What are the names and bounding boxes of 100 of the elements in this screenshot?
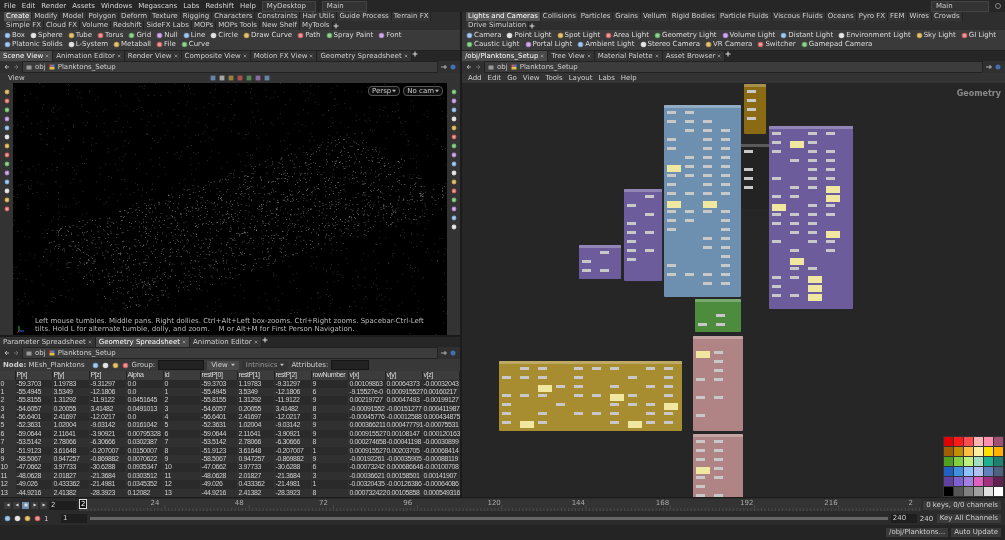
tool-icon[interactable] <box>297 32 305 39</box>
viewport-tool-icon[interactable] <box>3 161 10 167</box>
tool-icon[interactable] <box>800 41 808 48</box>
tool-icon[interactable] <box>325 32 333 39</box>
help-icon[interactable] <box>995 3 1001 9</box>
viewport-tool-icon[interactable] <box>3 143 10 149</box>
timeline-tool-icon[interactable] <box>14 515 21 522</box>
viewport-tool-icon[interactable] <box>3 134 10 140</box>
filter-icon[interactable] <box>101 361 109 369</box>
tool-icon[interactable] <box>466 32 473 39</box>
color-swatch[interactable] <box>954 467 963 476</box>
group-field[interactable] <box>158 360 205 371</box>
color-swatch[interactable] <box>944 457 953 466</box>
display-option-icon[interactable] <box>450 170 457 176</box>
tool-icon[interactable] <box>67 41 75 48</box>
color-swatch[interactable] <box>994 437 1003 446</box>
filter-icon[interactable] <box>91 361 99 369</box>
network-box[interactable] <box>769 126 853 309</box>
timeline-tool-icon[interactable] <box>4 515 11 522</box>
viewport-tool-icon[interactable] <box>3 152 10 158</box>
tool-icon[interactable] <box>654 32 661 39</box>
plus-icon[interactable] <box>261 337 268 344</box>
tool-icon[interactable] <box>506 32 514 39</box>
color-swatch[interactable] <box>984 437 993 446</box>
attributes-field[interactable] <box>331 360 370 371</box>
color-swatch[interactable] <box>974 437 983 446</box>
tool-icon[interactable] <box>705 41 712 48</box>
tool-icon[interactable] <box>524 41 532 48</box>
color-swatch[interactable] <box>944 437 953 446</box>
display-option-icon[interactable] <box>450 161 457 167</box>
viewport-tool-icon[interactable] <box>3 116 10 122</box>
forward-arrow-icon[interactable] <box>13 64 19 70</box>
tool-icon[interactable] <box>639 41 647 48</box>
tool-icon[interactable] <box>721 32 729 39</box>
network-editor[interactable]: Geometry <box>462 83 1005 497</box>
globe-icon[interactable] <box>450 64 456 70</box>
color-swatch[interactable] <box>994 477 1003 486</box>
pin-icon[interactable] <box>986 64 992 70</box>
color-swatch[interactable] <box>964 477 973 486</box>
globe-icon[interactable] <box>450 350 456 357</box>
color-swatch[interactable] <box>984 457 993 466</box>
display-option-icon[interactable] <box>450 206 457 212</box>
tool-icon[interactable] <box>4 32 11 39</box>
color-swatch[interactable] <box>944 477 953 486</box>
close-icon[interactable] <box>87 340 92 345</box>
color-swatch[interactable] <box>994 487 1003 496</box>
color-swatch[interactable] <box>964 447 973 456</box>
timeline-tool-icon[interactable] <box>24 515 31 522</box>
color-swatch[interactable] <box>974 487 983 496</box>
display-option-icon[interactable] <box>450 224 457 230</box>
display-option-icon[interactable] <box>450 197 457 203</box>
tool-icon[interactable] <box>915 32 923 39</box>
color-swatch[interactable] <box>944 467 953 476</box>
color-swatch[interactable] <box>994 457 1003 466</box>
display-option-icon[interactable] <box>450 134 457 140</box>
tool-icon[interactable] <box>156 32 164 39</box>
color-swatch[interactable] <box>974 457 983 466</box>
tool-icon[interactable] <box>30 32 37 39</box>
tool-icon[interactable] <box>780 32 788 39</box>
tool-icon[interactable] <box>210 32 218 39</box>
color-swatch[interactable] <box>984 487 993 496</box>
tool-icon[interactable] <box>757 41 765 48</box>
viewport-tool-icon[interactable] <box>3 125 10 131</box>
playback-button[interactable] <box>31 501 38 509</box>
tool-icon[interactable] <box>378 32 386 39</box>
color-swatch[interactable] <box>994 467 1003 476</box>
viewport-tool-icon[interactable] <box>3 89 10 95</box>
back-arrow-icon[interactable] <box>466 64 472 70</box>
viewport-tool-icon[interactable] <box>3 107 10 113</box>
color-swatch[interactable] <box>954 477 963 486</box>
color-swatch[interactable] <box>974 447 983 456</box>
playback-button[interactable] <box>40 501 47 509</box>
display-option-icon[interactable] <box>450 89 457 95</box>
viewport-tool-icon[interactable] <box>3 170 10 176</box>
color-swatch[interactable] <box>954 437 963 446</box>
plus-icon[interactable] <box>332 22 339 29</box>
filter-icon[interactable] <box>121 361 129 369</box>
tool-icon[interactable] <box>960 32 968 39</box>
plus-icon[interactable] <box>529 22 536 29</box>
color-swatch[interactable] <box>954 487 963 496</box>
viewport-tool-icon[interactable] <box>3 206 10 212</box>
plus-icon[interactable] <box>411 51 418 57</box>
tool-icon[interactable] <box>577 41 585 48</box>
display-option-icon[interactable] <box>450 215 457 221</box>
color-swatch[interactable] <box>964 487 973 496</box>
viewport-tool-icon[interactable] <box>3 179 10 185</box>
color-swatch[interactable] <box>964 467 973 476</box>
viewport-tool-icon[interactable] <box>3 188 10 194</box>
pin-icon[interactable] <box>441 64 447 70</box>
tool-icon[interactable] <box>182 32 190 39</box>
display-option-icon[interactable] <box>450 188 457 194</box>
color-swatch[interactable] <box>964 437 973 446</box>
color-swatch[interactable] <box>974 477 983 486</box>
close-icon[interactable] <box>253 340 258 345</box>
tool-icon[interactable] <box>113 41 121 48</box>
tool-icon[interactable] <box>180 41 188 48</box>
color-swatch[interactable] <box>994 447 1003 456</box>
tool-icon[interactable] <box>466 41 473 48</box>
tool-icon[interactable] <box>605 32 613 39</box>
forward-arrow-icon[interactable] <box>475 64 481 70</box>
